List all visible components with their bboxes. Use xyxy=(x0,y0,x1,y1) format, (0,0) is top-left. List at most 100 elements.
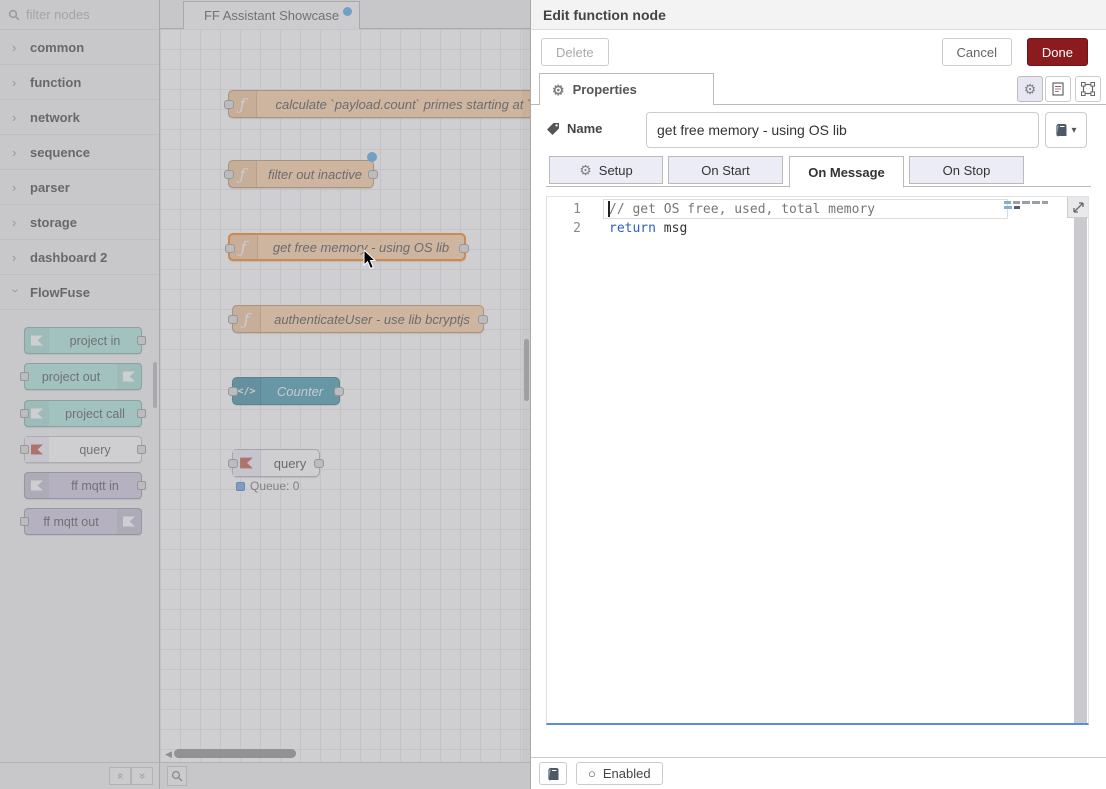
output-port[interactable] xyxy=(478,315,488,324)
palette-node-label: project out xyxy=(25,370,117,384)
chevrons-up-icon: « xyxy=(114,773,126,779)
tab-properties[interactable]: ⚙ Properties xyxy=(539,73,714,105)
node-counter[interactable]: </> Counter xyxy=(232,377,340,405)
tab-label: Properties xyxy=(573,82,637,97)
canvas-horizontal-scrollbar[interactable]: ◀ xyxy=(160,748,530,760)
zoom-search-button[interactable] xyxy=(167,766,187,786)
input-port[interactable] xyxy=(228,315,238,324)
delete-button[interactable]: Delete xyxy=(541,38,609,66)
palette-category-sequence[interactable]: ›sequence xyxy=(0,135,159,170)
book-icon xyxy=(1055,123,1068,137)
palette-category-network[interactable]: ›network xyxy=(0,100,159,135)
output-port[interactable] xyxy=(137,445,146,454)
flow-tab-label: FF Assistant Showcase xyxy=(204,8,339,23)
palette-node-project-out[interactable]: project out xyxy=(24,363,142,390)
category-label: parser xyxy=(30,180,70,195)
palette-node-ff-mqtt-in[interactable]: ff mqtt in xyxy=(24,472,142,499)
flow-canvas[interactable]: FF Assistant Showcase ƒ calculate `paylo… xyxy=(160,0,530,789)
library-dropdown-button[interactable]: ▾ xyxy=(1045,112,1087,148)
properties-view-button[interactable]: ⚙ xyxy=(1017,76,1043,102)
node-authenticate-user[interactable]: ƒ authenticateUser - use lib bcryptjs xyxy=(232,305,484,333)
name-row: Name ▾ xyxy=(531,112,1106,148)
palette-category-storage[interactable]: ›storage xyxy=(0,205,159,240)
output-port[interactable] xyxy=(137,336,146,345)
palette-category-common[interactable]: ›common xyxy=(0,30,159,65)
code-line: // get OS free, used, total memory xyxy=(609,200,875,219)
tab-label: Setup xyxy=(599,163,633,178)
output-port[interactable] xyxy=(137,481,146,490)
flowfuse-icon xyxy=(25,328,49,353)
tag-icon xyxy=(546,122,560,136)
name-label: Name xyxy=(546,121,602,136)
input-port[interactable] xyxy=(224,100,234,109)
editor-expand-button[interactable] xyxy=(1067,197,1088,218)
palette-node-label: ff mqtt out xyxy=(25,515,117,529)
palette-category-function[interactable]: ›function xyxy=(0,65,159,100)
palette-scrollbar[interactable] xyxy=(153,362,157,408)
tab-label: On Stop xyxy=(943,163,991,178)
category-label: dashboard 2 xyxy=(30,250,107,265)
tab-on-stop[interactable]: On Stop xyxy=(909,156,1024,184)
palette-node-query[interactable]: query xyxy=(24,436,142,463)
palette-node-project-call[interactable]: project call xyxy=(24,400,142,427)
chevron-right-icon: › xyxy=(12,180,20,195)
output-port[interactable] xyxy=(137,409,146,418)
appearance-view-button[interactable] xyxy=(1075,76,1101,102)
chevrons-down-icon: » xyxy=(136,773,148,779)
input-port[interactable] xyxy=(225,244,235,253)
tab-on-start[interactable]: On Start xyxy=(668,156,783,184)
text-caret xyxy=(608,201,610,217)
enabled-toggle-button[interactable]: ○ Enabled xyxy=(576,762,663,785)
scrollbar-thumb[interactable] xyxy=(174,749,296,758)
input-port[interactable] xyxy=(20,409,29,418)
scroll-left-arrow-icon[interactable]: ◀ xyxy=(165,749,172,760)
output-port[interactable] xyxy=(368,170,378,179)
tab-on-message[interactable]: On Message xyxy=(789,156,904,188)
function-tabs: ⚙ Setup On Start On Message On Stop xyxy=(531,156,1106,188)
expand-all-button[interactable]: » xyxy=(131,767,153,785)
node-filter-out-inactive[interactable]: ƒ filter out inactive xyxy=(228,160,374,188)
output-port[interactable] xyxy=(459,244,469,253)
name-input[interactable] xyxy=(646,112,1039,148)
node-status: Queue: 0 xyxy=(236,479,299,493)
edit-tray: Edit function node Delete Cancel Done ⚙ … xyxy=(530,0,1106,789)
chevron-right-icon: › xyxy=(12,40,20,55)
collapse-all-button[interactable]: « xyxy=(109,767,131,785)
expand-icon xyxy=(1073,202,1084,213)
palette-node-ff-mqtt-out[interactable]: ff mqtt out xyxy=(24,508,142,535)
palette-category-dashboard2[interactable]: › dashboard 2 xyxy=(0,240,159,275)
description-view-button[interactable] xyxy=(1045,76,1071,102)
node-get-free-memory[interactable]: ƒ get free memory - using OS lib xyxy=(228,233,466,261)
canvas-vertical-scrollbar[interactable] xyxy=(522,29,530,762)
input-port[interactable] xyxy=(20,517,29,526)
node-query[interactable]: query xyxy=(232,449,320,477)
node-label: filter out inactive xyxy=(257,167,373,182)
input-port[interactable] xyxy=(228,459,238,468)
node-calculate-primes[interactable]: ƒ calculate `payload.count` primes start… xyxy=(228,90,530,118)
library-button[interactable] xyxy=(539,762,567,785)
palette-sidebar: ›common ›function ›network ›sequence › pa… xyxy=(0,0,160,789)
node-label: query xyxy=(261,456,319,471)
flow-tab[interactable]: FF Assistant Showcase xyxy=(183,1,360,29)
gear-icon: ⚙ xyxy=(1024,82,1037,96)
output-port[interactable] xyxy=(314,459,324,468)
input-port[interactable] xyxy=(228,387,238,396)
palette-filter-input[interactable] xyxy=(26,7,146,22)
chevron-right-icon: › xyxy=(12,250,20,265)
input-port[interactable] xyxy=(20,445,29,454)
tab-setup[interactable]: ⚙ Setup xyxy=(549,156,663,184)
output-port[interactable] xyxy=(334,387,344,396)
palette-node-project-in[interactable]: project in xyxy=(24,327,142,354)
code-editor[interactable]: 1 2 // get OS free, used, total memory r… xyxy=(546,196,1089,725)
editor-scrollbar[interactable] xyxy=(1074,218,1087,723)
category-label: FlowFuse xyxy=(30,285,90,300)
palette-category-flowfuse[interactable]: ›FlowFuse xyxy=(0,275,159,310)
palette-category-parser[interactable]: › parser xyxy=(0,170,159,205)
input-port[interactable] xyxy=(224,170,234,179)
scrollbar-thumb[interactable] xyxy=(524,339,529,401)
palette-search[interactable] xyxy=(0,0,159,30)
palette-node-label: project in xyxy=(49,334,141,348)
input-port[interactable] xyxy=(20,372,29,381)
cancel-button[interactable]: Cancel xyxy=(942,38,1012,66)
done-button[interactable]: Done xyxy=(1027,38,1088,66)
